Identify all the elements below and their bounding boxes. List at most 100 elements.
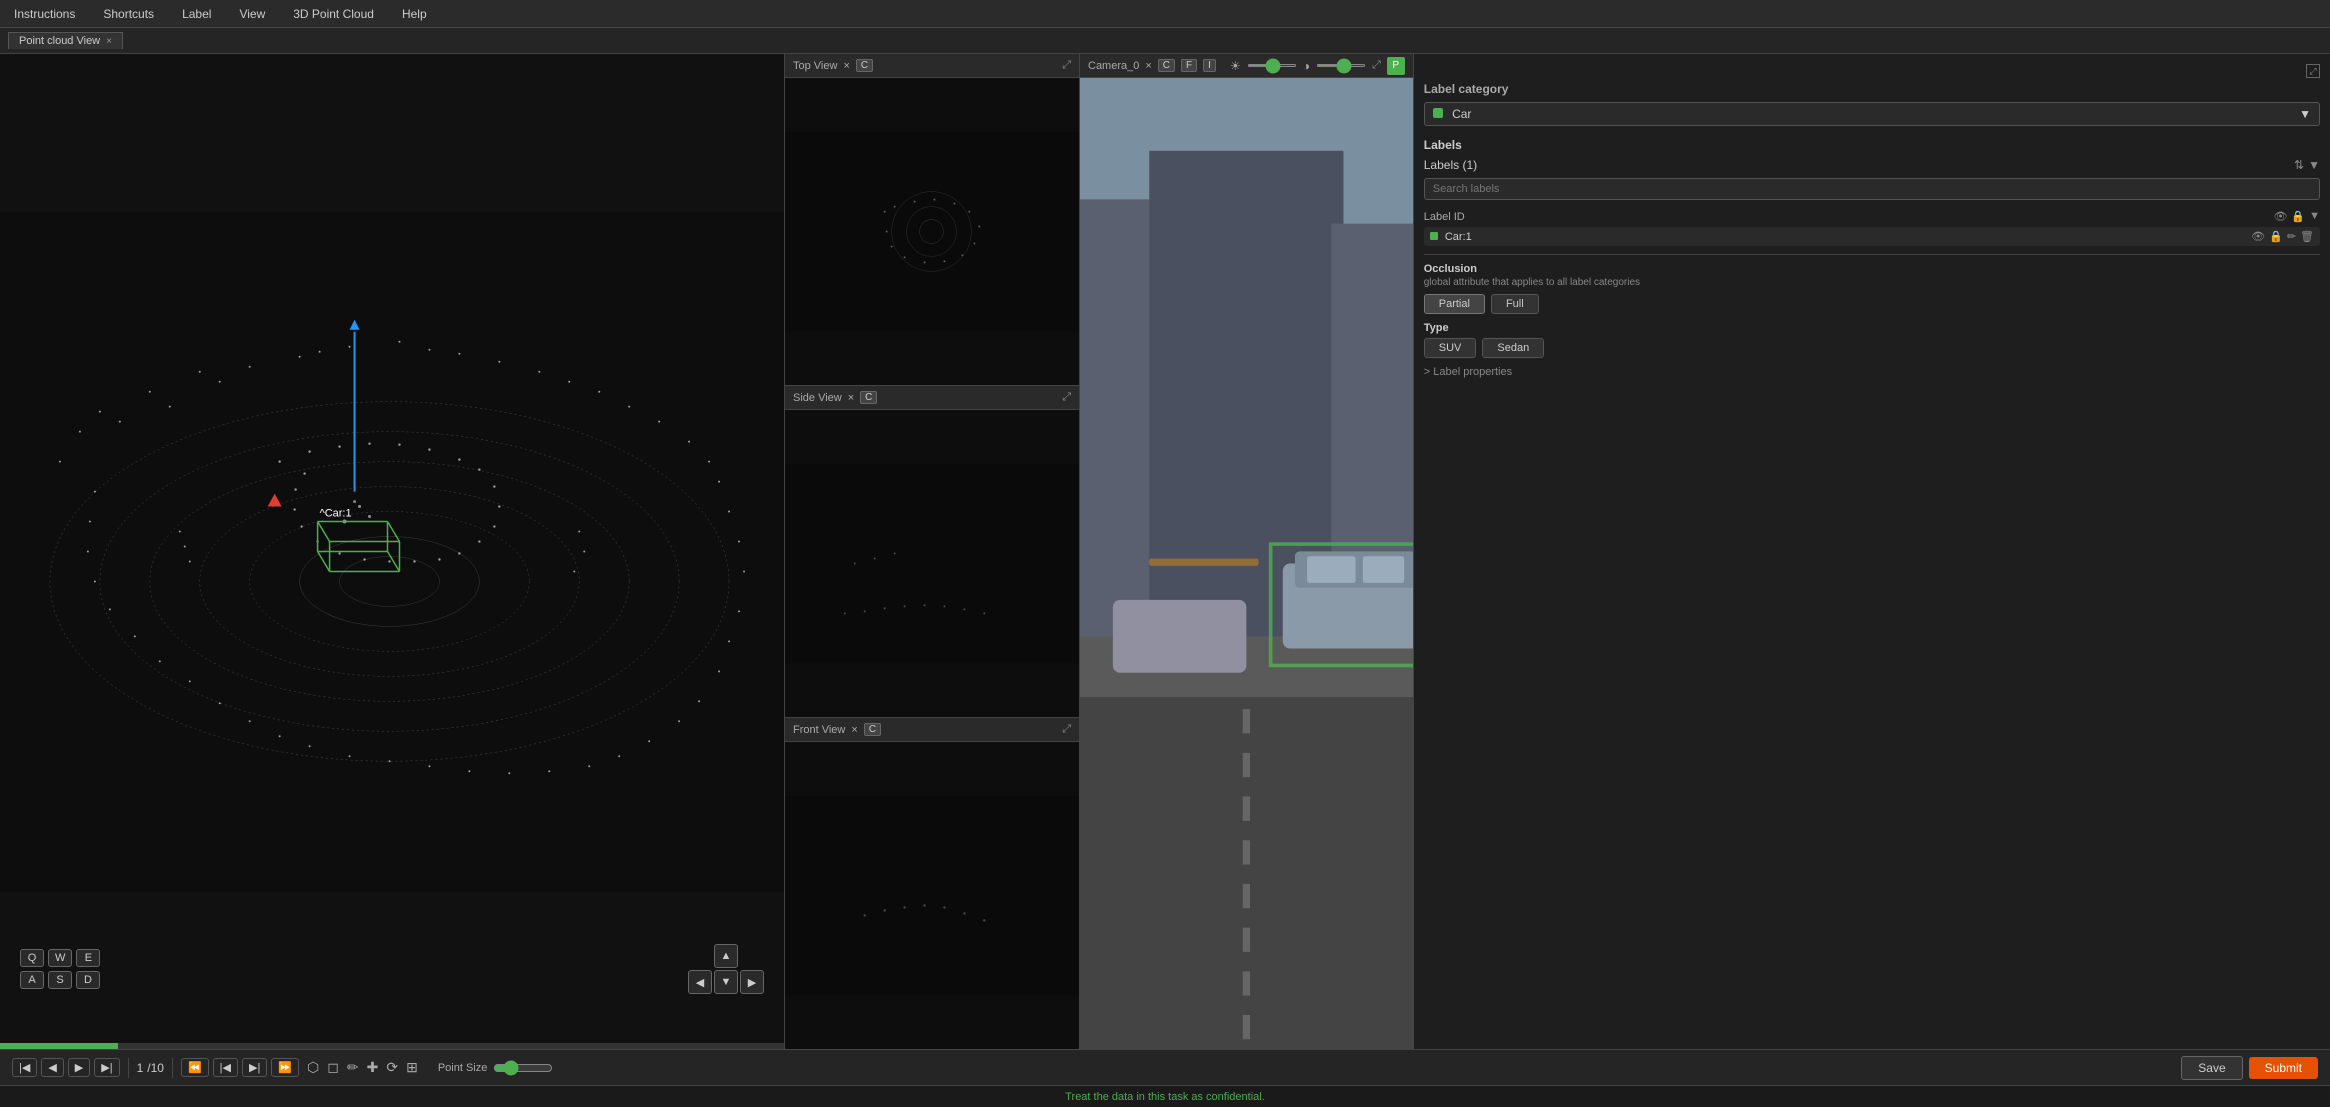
top-view-svg xyxy=(785,78,1079,385)
brightness-slider[interactable] xyxy=(1247,64,1297,67)
camera-i-btn[interactable]: I xyxy=(1203,59,1216,72)
camera-c-btn[interactable]: C xyxy=(1158,59,1175,72)
transform-tool-icon[interactable]: ⟳ xyxy=(386,1059,398,1076)
contrast-slider[interactable] xyxy=(1316,64,1366,67)
label-id-section: Label ID 👁 🔒 ▼ Car:1 👁 🔒 ✏ 🗑 xyxy=(1424,210,2320,246)
playback-rewind-btn[interactable]: ⏪ xyxy=(181,1058,209,1077)
menu-3d-point-cloud[interactable]: 3D Point Cloud xyxy=(287,5,380,23)
bottom-toolbar: |◀ ◀ ▶ ▶| 1 /10 ⏪ |◀ ▶| ⏩ ⬡ ◻ ✏ ✚ ⟳ ⊞ Po… xyxy=(0,1049,2330,1085)
tab-point-cloud-label: Point cloud View xyxy=(19,35,100,47)
playback-frame-back-btn[interactable]: |◀ xyxy=(213,1058,238,1077)
front-view-close[interactable]: × xyxy=(851,724,857,736)
top-view-header: Top View × C ⤢ xyxy=(785,54,1079,78)
nav-down-btn[interactable]: ▼ xyxy=(714,970,738,994)
nav-up-row: ▲ xyxy=(714,944,738,968)
playback-frame-fwd-btn[interactable]: ▶| xyxy=(242,1058,267,1077)
menu-shortcuts[interactable]: Shortcuts xyxy=(97,5,160,23)
occlusion-desc: global attribute that applies to all lab… xyxy=(1424,277,2320,288)
playback-ff-btn[interactable]: ⏩ xyxy=(271,1058,299,1077)
car-lock-icon[interactable]: 🔒 xyxy=(2269,230,2283,243)
occlusion-title: Occlusion xyxy=(1424,263,2320,275)
key-q[interactable]: Q xyxy=(20,949,44,967)
key-w[interactable]: W xyxy=(48,949,72,967)
search-labels-input[interactable] xyxy=(1424,178,2320,200)
playback-prev-btn[interactable]: ◀ xyxy=(41,1058,63,1077)
front-view-content[interactable] xyxy=(785,742,1079,1049)
car-delete-icon[interactable]: 🗑 xyxy=(2300,230,2314,243)
select-tool-icon[interactable]: ◻ xyxy=(327,1059,339,1076)
type-title: Type xyxy=(1424,322,2320,334)
top-view-content[interactable] xyxy=(785,78,1079,385)
side-view-c-btn[interactable]: C xyxy=(860,391,877,404)
menu-view[interactable]: View xyxy=(233,5,271,23)
group-tool-icon[interactable]: ⊞ xyxy=(406,1059,418,1076)
type-suv-btn[interactable]: SUV xyxy=(1424,338,1477,358)
labels-section-title: Labels xyxy=(1424,138,2320,152)
top-view-expand[interactable]: ⤢ xyxy=(1062,59,1071,72)
p-btn[interactable]: P xyxy=(1387,57,1405,75)
pc-canvas[interactable]: ^Car:1 Q W E A S D ▲ xyxy=(0,54,784,1049)
playback-next-btn[interactable]: ▶| xyxy=(94,1058,119,1077)
key-s[interactable]: S xyxy=(48,971,72,989)
side-view-content[interactable] xyxy=(785,410,1079,717)
top-view-close[interactable]: × xyxy=(843,60,849,72)
key-a[interactable]: A xyxy=(20,971,44,989)
point-size-slider[interactable] xyxy=(493,1060,553,1076)
side-view-title: Side View xyxy=(793,392,842,404)
playback-first-btn[interactable]: |◀ xyxy=(12,1058,37,1077)
menu-label[interactable]: Label xyxy=(176,5,217,23)
type-sedan-btn[interactable]: Sedan xyxy=(1482,338,1544,358)
lasso-tool-icon[interactable]: ⬡ xyxy=(307,1059,319,1076)
svg-text:^Car:1: ^Car:1 xyxy=(320,508,352,520)
frame-number: 1 xyxy=(137,1061,144,1075)
nav-right-btn[interactable]: ▶ xyxy=(740,970,764,994)
timeline-bar[interactable] xyxy=(0,1043,784,1049)
key-e[interactable]: E xyxy=(76,949,100,967)
brush-tool-icon[interactable]: ✏ xyxy=(347,1059,359,1076)
car-edit-icon[interactable]: ✏ xyxy=(2287,230,2296,243)
toolbar-sep-1 xyxy=(128,1058,129,1078)
label-properties[interactable]: > Label properties xyxy=(1424,366,2320,378)
crosshair-tool-icon[interactable]: ✚ xyxy=(367,1059,379,1076)
tab-point-cloud-close[interactable]: × xyxy=(106,36,112,47)
nav-up-btn[interactable]: ▲ xyxy=(714,944,738,968)
front-view-svg xyxy=(785,742,1079,1049)
label-id-icons: 👁 🔒 ▼ xyxy=(2273,210,2320,223)
label-id-row[interactable]: Car:1 👁 🔒 ✏ 🗑 xyxy=(1424,227,2320,246)
point-cloud-panel[interactable]: ^Car:1 Q W E A S D ▲ xyxy=(0,54,785,1049)
playback-play-btn[interactable]: ▶ xyxy=(68,1058,90,1077)
camera-close[interactable]: × xyxy=(1145,60,1151,72)
status-message: Treat the data in this task as confident… xyxy=(1065,1091,1265,1103)
occlusion-full-btn[interactable]: Full xyxy=(1491,294,1539,314)
save-button[interactable]: Save xyxy=(2181,1056,2242,1080)
tool-icons: ⬡ ◻ ✏ ✚ ⟳ ⊞ xyxy=(307,1059,418,1076)
tab-point-cloud[interactable]: Point cloud View × xyxy=(8,32,123,49)
label-filter-icon[interactable]: ▼ xyxy=(2309,210,2320,223)
nav-left-btn[interactable]: ◀ xyxy=(688,970,712,994)
camera-image-area[interactable] xyxy=(1080,78,1413,1049)
camera-image-svg xyxy=(1080,78,1413,1049)
menu-help[interactable]: Help xyxy=(396,5,433,23)
side-view-expand[interactable]: ⤢ xyxy=(1062,391,1071,404)
camera-expand[interactable]: ⤢ xyxy=(1372,59,1381,72)
label-dot xyxy=(1430,232,1438,240)
front-view-header: Front View × C ⤢ xyxy=(785,718,1079,742)
top-view-c-btn[interactable]: C xyxy=(856,59,873,72)
occlusion-partial-btn[interactable]: Partial xyxy=(1424,294,1485,314)
front-view-expand[interactable]: ⤢ xyxy=(1062,723,1071,736)
label-lock-icon[interactable]: 🔒 xyxy=(2291,210,2305,223)
label-category-select[interactable]: Car ▼ xyxy=(1424,102,2320,126)
front-view-c-btn[interactable]: C xyxy=(864,723,881,736)
timeline-progress xyxy=(0,1043,118,1049)
side-view-close[interactable]: × xyxy=(848,392,854,404)
cat-dot xyxy=(1433,108,1443,118)
car-eye-icon[interactable]: 👁 xyxy=(2251,230,2265,243)
label-panel-expand[interactable]: ⤢ xyxy=(2306,64,2320,78)
camera-f-btn[interactable]: F xyxy=(1181,59,1197,72)
menu-instructions[interactable]: Instructions xyxy=(8,5,81,23)
key-d[interactable]: D xyxy=(76,971,100,989)
submit-button[interactable]: Submit xyxy=(2249,1057,2318,1079)
sort-icon[interactable]: ⇅ xyxy=(2294,158,2304,172)
filter-icon[interactable]: ▼ xyxy=(2308,158,2320,172)
label-eye-icon[interactable]: 👁 xyxy=(2273,210,2287,223)
